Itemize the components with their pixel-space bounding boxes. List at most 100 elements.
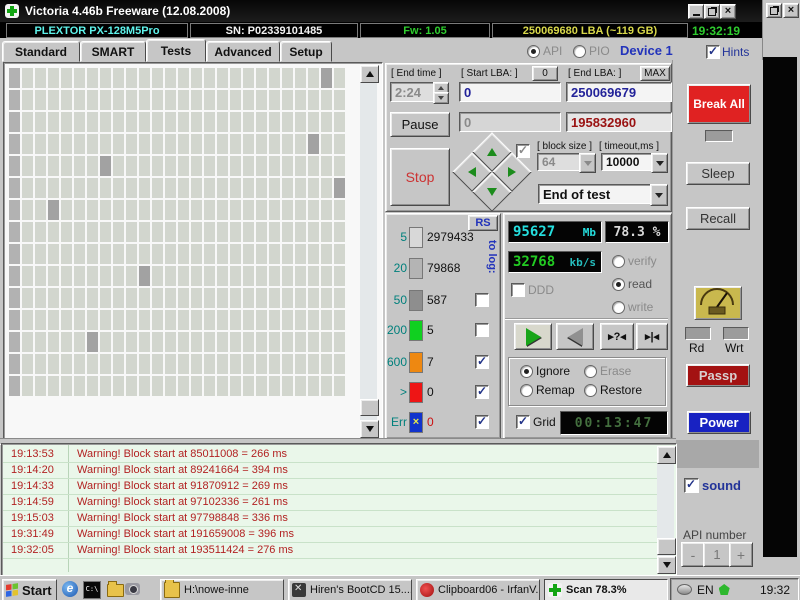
api-plus-button[interactable]: + bbox=[729, 542, 753, 567]
read-radio[interactable] bbox=[612, 278, 625, 291]
close-button[interactable]: × bbox=[720, 4, 736, 19]
passp-button[interactable]: Passp bbox=[686, 364, 750, 387]
folder-quicklaunch-icon[interactable] bbox=[107, 581, 124, 597]
power-button[interactable]: Power bbox=[687, 411, 751, 434]
start-lba-input[interactable]: 0 bbox=[459, 82, 561, 102]
block-size-combo-button[interactable] bbox=[579, 153, 596, 173]
scan-block-cell bbox=[269, 310, 280, 330]
minimize-button[interactable] bbox=[688, 4, 704, 19]
scan-block-cell bbox=[204, 112, 215, 132]
break-all-button[interactable]: Break All bbox=[687, 84, 751, 124]
ignore-radio[interactable] bbox=[520, 365, 533, 378]
scan-block-cell bbox=[191, 134, 202, 154]
play-button[interactable] bbox=[514, 323, 552, 350]
end-lba-input[interactable]: 250069679 bbox=[566, 82, 672, 102]
tab-tests[interactable]: Tests bbox=[146, 39, 206, 62]
timeout-combo[interactable]: 10000 bbox=[601, 153, 657, 171]
remap-radio-label: Remap bbox=[536, 383, 575, 397]
recall-button[interactable]: Recall bbox=[686, 207, 750, 230]
scan-block-cell bbox=[74, 200, 85, 220]
legend-log-checkbox[interactable] bbox=[475, 414, 489, 429]
end-lba-max-button[interactable]: MAX bbox=[640, 66, 670, 81]
scan-block-cell bbox=[113, 266, 124, 286]
mouse-tray-icon[interactable] bbox=[677, 584, 692, 595]
pause-button[interactable]: Pause bbox=[390, 112, 450, 137]
scan-block-cell bbox=[243, 156, 254, 176]
scan-block-cell bbox=[139, 332, 150, 352]
grid-scroll-down-button[interactable] bbox=[360, 420, 379, 438]
end-action-select-button[interactable] bbox=[650, 184, 668, 206]
cmd-quicklaunch-icon[interactable]: C:\ bbox=[83, 581, 101, 599]
camera-quicklaunch-icon[interactable] bbox=[125, 583, 140, 595]
legend-log-checkbox[interactable] bbox=[475, 293, 489, 307]
legend-row->: >0 bbox=[385, 382, 499, 403]
arrow-down-icon bbox=[662, 562, 671, 568]
restore-radio[interactable] bbox=[584, 384, 597, 397]
end-time-spin-down[interactable] bbox=[433, 92, 449, 104]
stop-button[interactable]: Stop bbox=[390, 148, 450, 206]
log-rows: 19:13:53 Warning! Block start at 85011008… bbox=[3, 446, 657, 572]
legend-log-checkbox[interactable] bbox=[475, 384, 489, 399]
sound-checkbox[interactable] bbox=[684, 477, 699, 493]
block-size-combo[interactable]: 64 bbox=[537, 153, 585, 171]
taskbar-button-3[interactable]: Clipboard06 - IrfanV... bbox=[416, 579, 540, 600]
hints-checkbox[interactable] bbox=[706, 44, 720, 59]
seek-test-button[interactable]: ▸?◂ bbox=[600, 323, 634, 350]
system-tray: EN 19:32 bbox=[670, 578, 799, 600]
scan-block-cell bbox=[87, 200, 98, 220]
bg-restore-button[interactable] bbox=[766, 3, 782, 18]
taskbar-button-2[interactable]: Hiren's BootCD 15.... bbox=[288, 579, 412, 600]
scan-block-cell bbox=[178, 244, 189, 264]
restore-button[interactable] bbox=[704, 4, 720, 19]
pio-radio[interactable] bbox=[573, 45, 586, 58]
back-button[interactable] bbox=[556, 323, 594, 350]
log-scroll-down-button[interactable] bbox=[657, 556, 676, 574]
grid-scrollbar-thumb[interactable] bbox=[360, 399, 379, 416]
log-scroll-up-button[interactable] bbox=[657, 446, 676, 464]
title-bar[interactable]: Victoria 4.46b Freeware (12.08.2008) bbox=[0, 0, 762, 22]
grid-scrollbar-track[interactable] bbox=[360, 65, 377, 436]
nav-option-checkbox[interactable] bbox=[516, 143, 530, 158]
sleep-button[interactable]: Sleep bbox=[686, 162, 750, 185]
tray-clock[interactable]: 19:32 bbox=[760, 583, 790, 597]
bg-close-button[interactable]: × bbox=[783, 3, 799, 18]
ie-quicklaunch-icon[interactable]: e bbox=[62, 581, 78, 597]
start-button[interactable]: Start bbox=[2, 579, 57, 600]
tab-standard[interactable]: Standard bbox=[2, 41, 80, 62]
log-scrollbar-thumb[interactable] bbox=[657, 538, 676, 555]
ddd-checkbox[interactable] bbox=[511, 283, 525, 297]
tab-setup[interactable]: Setup bbox=[280, 41, 332, 62]
log-row: 19:14:33 Warning! Block start at 91870912… bbox=[3, 478, 657, 495]
green-tray-icon[interactable] bbox=[718, 584, 730, 595]
write-radio[interactable] bbox=[612, 301, 625, 314]
tray-language[interactable]: EN bbox=[697, 583, 714, 597]
scan-block-cell bbox=[113, 200, 124, 220]
scan-block-cell bbox=[269, 156, 280, 176]
scan-block-cell bbox=[165, 354, 176, 374]
remap-radio[interactable] bbox=[520, 384, 533, 397]
api-radio[interactable] bbox=[527, 45, 540, 58]
api-minus-button[interactable]: - bbox=[681, 542, 705, 567]
log-row: 19:31:49 Warning! Block start at 19165900… bbox=[3, 526, 657, 543]
edge-seek-button[interactable]: ▸|◂ bbox=[636, 323, 668, 350]
tab-smart[interactable]: SMART bbox=[80, 41, 146, 62]
start-lba-zero-button[interactable]: 0 bbox=[532, 66, 558, 81]
legend-log-checkbox[interactable] bbox=[475, 354, 489, 369]
grid-scroll-up-button[interactable] bbox=[360, 65, 379, 83]
tab-advanced[interactable]: Advanced bbox=[206, 41, 280, 62]
timeout-combo-button[interactable] bbox=[651, 153, 668, 173]
scan-block-cell bbox=[282, 156, 293, 176]
verify-radio[interactable] bbox=[612, 255, 625, 268]
scan-block-cell bbox=[35, 332, 46, 352]
taskbar-button-1[interactable]: H:\nowe-inne bbox=[160, 579, 284, 600]
taskbar-button-4[interactable]: Scan 78.3% bbox=[544, 579, 668, 600]
scan-block-cell bbox=[204, 156, 215, 176]
scan-block-cell bbox=[269, 200, 280, 220]
scan-block-cell bbox=[9, 156, 20, 176]
grid-checkbox[interactable] bbox=[516, 414, 530, 429]
legend-log-checkbox[interactable] bbox=[475, 323, 489, 337]
device-label[interactable]: Device 1 bbox=[620, 43, 673, 58]
end-action-select[interactable]: End of test bbox=[538, 184, 656, 204]
erase-radio[interactable] bbox=[584, 365, 597, 378]
scan-block-cell bbox=[256, 200, 267, 220]
